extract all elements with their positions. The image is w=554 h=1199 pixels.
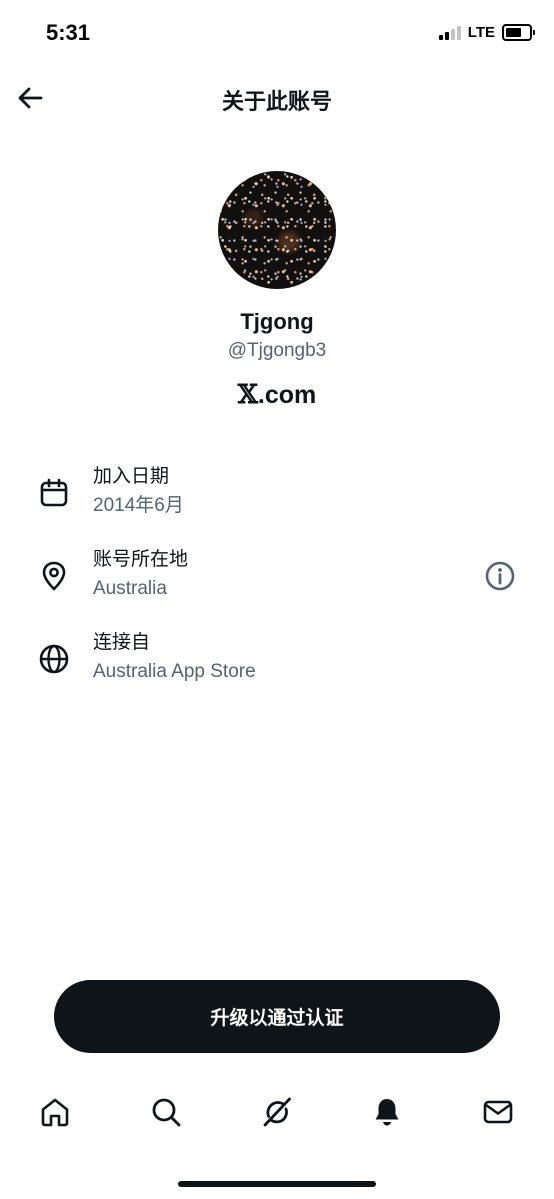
join-date-label: 加入日期	[93, 465, 170, 487]
battery-icon	[502, 24, 535, 41]
user-handle: @Tjgongb3	[227, 340, 327, 361]
home-indicator[interactable]	[178, 1181, 376, 1187]
upgrade-verify-button[interactable]: 升级以通过认证	[54, 980, 500, 1053]
info-row-account-location: 账号所在地 Australia	[0, 546, 554, 610]
avatar[interactable]	[218, 171, 336, 289]
connected-via-label: 连接自	[93, 631, 151, 653]
account-location-value: Australia	[93, 578, 167, 599]
info-row-connected-via: 连接自 Australia App Store	[0, 629, 554, 693]
status-time: 5:31	[46, 20, 91, 45]
signal-bars-icon	[438, 25, 461, 40]
info-row-join-date: 加入日期 2014年6月	[0, 463, 554, 527]
status-bar: 5:31 LTE	[0, 0, 554, 70]
grok-icon	[263, 1097, 291, 1127]
tab-grok[interactable]	[255, 1090, 299, 1134]
tab-search[interactable]	[144, 1090, 188, 1134]
connected-via-value: Australia App Store	[93, 661, 256, 682]
status-indicators: LTE	[438, 24, 535, 41]
brand-domain: 𝕏 .com	[0, 380, 554, 410]
messages-envelope-icon	[483, 1100, 513, 1124]
header: 关于此账号	[0, 70, 554, 126]
calendar-icon	[40, 478, 68, 507]
brand-domain-text: .com	[257, 381, 317, 409]
globe-icon	[39, 644, 69, 674]
tab-messages[interactable]	[476, 1090, 520, 1134]
info-icon[interactable]	[484, 560, 516, 592]
tab-home[interactable]	[33, 1090, 77, 1134]
account-location-label: 账号所在地	[93, 548, 189, 570]
x-logo-icon: 𝕏	[237, 380, 258, 410]
join-date-value: 2014年6月	[93, 495, 184, 516]
page-title: 关于此账号	[221, 90, 332, 115]
network-type: LTE	[467, 24, 495, 41]
location-pin-icon	[42, 561, 66, 591]
tab-notifications[interactable]	[365, 1090, 409, 1134]
search-icon	[152, 1098, 181, 1127]
notifications-bell-icon	[375, 1099, 399, 1126]
bottom-tab-bar	[0, 1090, 554, 1140]
display-name: Tjgong	[240, 309, 314, 334]
home-icon	[41, 1098, 69, 1127]
